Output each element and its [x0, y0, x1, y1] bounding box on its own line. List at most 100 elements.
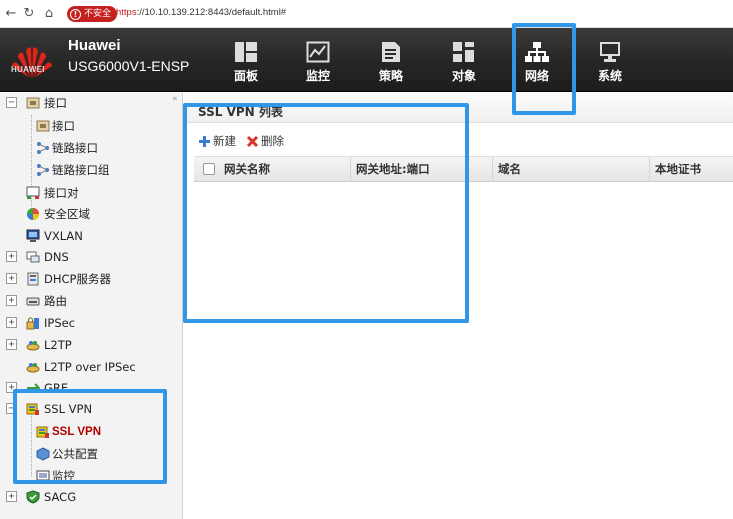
collapse-sidebar-icon[interactable]: «	[172, 94, 178, 104]
expand-icon[interactable]: +	[6, 382, 17, 393]
tree-item-security-zone[interactable]: 安全区域	[26, 205, 90, 223]
tree-label: 公共配置	[52, 447, 98, 461]
tree-item-routing[interactable]: + 路由	[0, 292, 170, 310]
tree-item-ssl-vpn-group[interactable]: − SSL VPN	[0, 400, 170, 418]
expand-icon[interactable]: +	[6, 491, 17, 502]
tree-item-ipsec[interactable]: + IPSec	[0, 314, 170, 332]
tree-label: 链路接口组	[52, 163, 110, 177]
tree-item-gre[interactable]: + GRE	[0, 379, 170, 397]
column-header-local-cert[interactable]: 本地证书	[650, 157, 733, 181]
column-header-gateway-name[interactable]: 网关名称	[219, 157, 351, 181]
ipsec-icon	[26, 316, 40, 330]
tree-item-dhcp-server[interactable]: + DHCP服务器	[0, 270, 170, 288]
tree-item-monitor[interactable]: 监控	[36, 467, 75, 485]
nav-label: 面板	[233, 69, 258, 83]
routing-icon	[26, 294, 40, 308]
monitor-icon	[306, 41, 330, 63]
column-header-gateway-address[interactable]: 网关地址:端口	[351, 157, 493, 181]
tree-item-l2tp-over-ipsec[interactable]: L2TP over IPSec	[26, 358, 136, 376]
interface-icon	[26, 96, 40, 110]
url-field[interactable]: https://10.10.139.212:8443/default.html#	[116, 7, 286, 18]
plus-icon	[199, 135, 210, 147]
tree-item-link-interface-group[interactable]: 链路接口组	[36, 161, 110, 179]
nav-dashboard[interactable]: 面板	[218, 38, 274, 88]
collapse-icon[interactable]: −	[6, 97, 17, 108]
delete-button[interactable]: 删除	[246, 133, 284, 149]
screen: ← ↻ ⌂ ! 不安全 https://10.10.139.212:8443/d…	[0, 0, 733, 519]
page-title: SSL VPN 列表	[198, 105, 283, 119]
tree-item-ssl-vpn[interactable]: SSL VPN	[36, 423, 101, 441]
nav-label: 策略	[378, 69, 403, 83]
main-panel: SSL VPN 列表 新建 删除 网关名称 网关地址:端口 域名 本地证书	[184, 93, 733, 519]
tree-item-sacg[interactable]: + SACG	[0, 488, 170, 506]
network-icon	[525, 42, 549, 62]
common-config-icon	[36, 447, 50, 461]
url-scheme: https	[116, 7, 137, 18]
list-toolbar: 新建 删除	[198, 133, 284, 149]
tree-item-interface[interactable]: 接口	[36, 117, 75, 135]
ssl-vpn-icon	[26, 402, 40, 416]
tree-item-l2tp[interactable]: + L2TP	[0, 336, 170, 354]
tree-label: 安全区域	[44, 207, 90, 221]
nav-system[interactable]: 系统	[582, 38, 638, 88]
object-icon	[453, 42, 474, 62]
expand-icon[interactable]: +	[6, 295, 17, 306]
l2tp-over-ipsec-icon	[26, 360, 40, 374]
dashboard-icon	[235, 42, 257, 62]
l2tp-icon	[26, 338, 40, 352]
tree-item-link-interface[interactable]: 链路接口	[36, 139, 98, 157]
link-interface-group-icon	[36, 163, 50, 177]
expand-icon[interactable]: +	[6, 273, 17, 284]
nav-policy[interactable]: 策略	[363, 38, 419, 88]
column-header-domain[interactable]: 域名	[493, 157, 650, 181]
security-label: 不安全	[84, 9, 112, 19]
gre-icon	[26, 381, 41, 395]
expand-icon[interactable]: +	[6, 339, 17, 350]
tree-label: GRE	[44, 381, 69, 395]
expand-icon[interactable]: +	[6, 251, 17, 262]
interface-icon	[36, 119, 50, 133]
new-button[interactable]: 新建	[198, 133, 236, 149]
tree-label: DHCP服务器	[44, 272, 111, 286]
sacg-shield-icon	[26, 490, 40, 504]
nav-label: 系统	[597, 69, 622, 83]
nav-label: 对象	[451, 69, 476, 83]
tree-item-common-config[interactable]: 公共配置	[36, 445, 98, 463]
url-path: ://10.10.139.212:8443/default.html#	[136, 7, 287, 18]
tree-label: 监控	[52, 469, 75, 483]
browser-address-bar: ← ↻ ⌂ ! 不安全 https://10.10.139.212:8443/d…	[0, 0, 733, 28]
dhcp-server-icon	[26, 272, 40, 286]
interface-pair-icon	[26, 186, 40, 200]
nav-object[interactable]: 对象	[436, 38, 492, 88]
tree-label: DNS	[44, 250, 69, 264]
policy-icon	[382, 42, 400, 62]
collapse-icon[interactable]: −	[6, 403, 17, 414]
new-label: 新建	[213, 134, 236, 148]
warning-icon: !	[70, 8, 81, 20]
delete-label: 删除	[261, 134, 284, 148]
nav-monitor[interactable]: 监控	[290, 38, 346, 88]
tree-item-dns[interactable]: + DNS	[0, 248, 170, 266]
brand: Huawei USG6000V1-ENSP	[68, 37, 189, 75]
tree-label: SSL VPN	[44, 402, 93, 416]
tree-item-vxlan[interactable]: VXLAN	[26, 227, 83, 245]
tree-label: 路由	[44, 294, 67, 308]
reload-icon[interactable]: ↻	[20, 5, 38, 23]
tree-item-interface-group[interactable]: − 接口	[0, 94, 170, 112]
tree-label: VXLAN	[44, 229, 83, 243]
dns-icon	[26, 250, 40, 264]
back-icon[interactable]: ←	[2, 5, 20, 23]
security-warning-badge[interactable]: ! 不安全	[67, 6, 118, 22]
home-icon[interactable]: ⌂	[40, 5, 58, 23]
app-header: HUAWEI Huawei USG6000V1-ENSP 面板 监控 策略 对象…	[0, 28, 733, 92]
link-interface-icon	[36, 141, 50, 155]
nav-network[interactable]: 网络	[509, 38, 565, 88]
select-all-checkbox[interactable]	[203, 163, 215, 175]
system-icon	[600, 42, 620, 62]
tree-label: 链路接口	[52, 141, 98, 155]
expand-icon[interactable]: +	[6, 317, 17, 328]
nav-label: 网络	[524, 69, 549, 83]
table-header: 网关名称 网关地址:端口 域名 本地证书	[194, 156, 733, 182]
tree-item-interface-pair[interactable]: 接口对	[26, 184, 79, 202]
tree-label: 接口对	[44, 186, 79, 200]
